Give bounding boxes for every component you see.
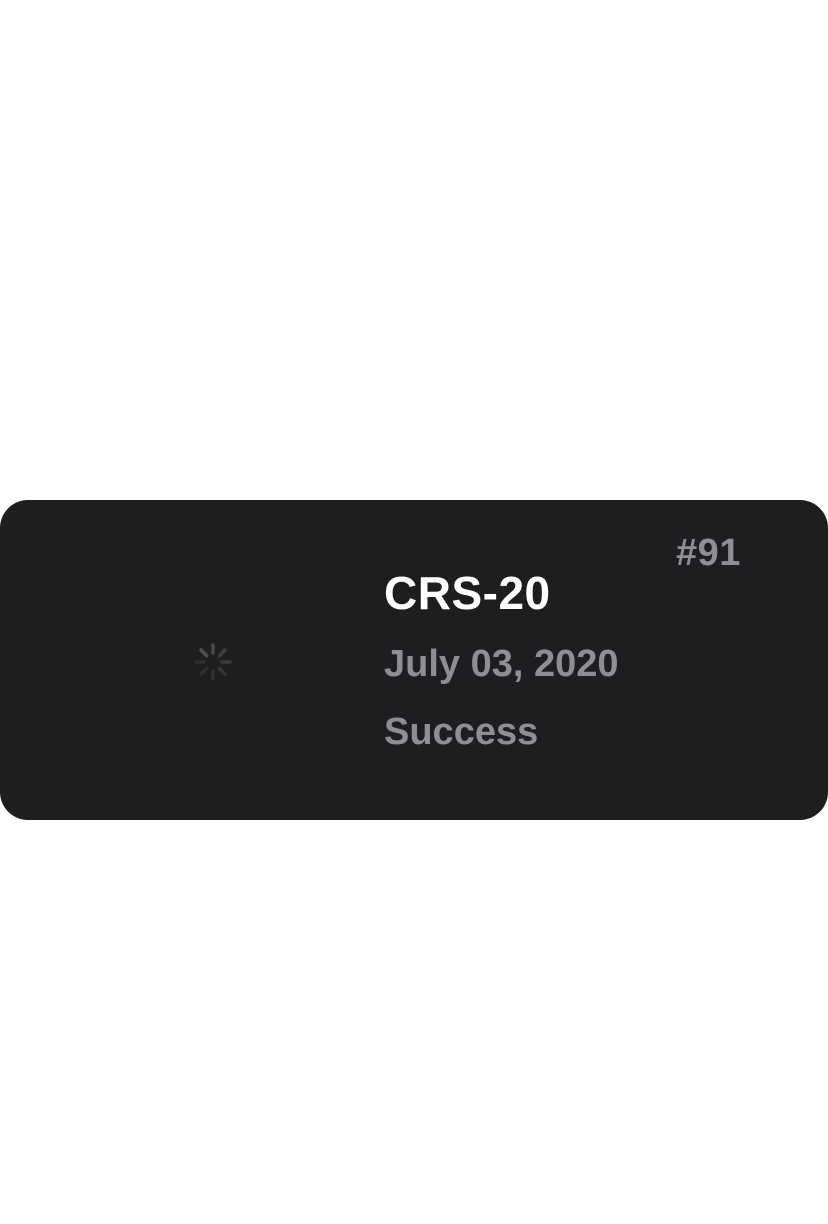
mission-name: CRS-20 <box>384 567 551 619</box>
flight-number: #91 <box>676 532 741 574</box>
launch-date: July 03, 2020 <box>384 643 619 685</box>
launch-status: Success <box>384 711 539 753</box>
loading-spinner-icon <box>194 643 232 681</box>
